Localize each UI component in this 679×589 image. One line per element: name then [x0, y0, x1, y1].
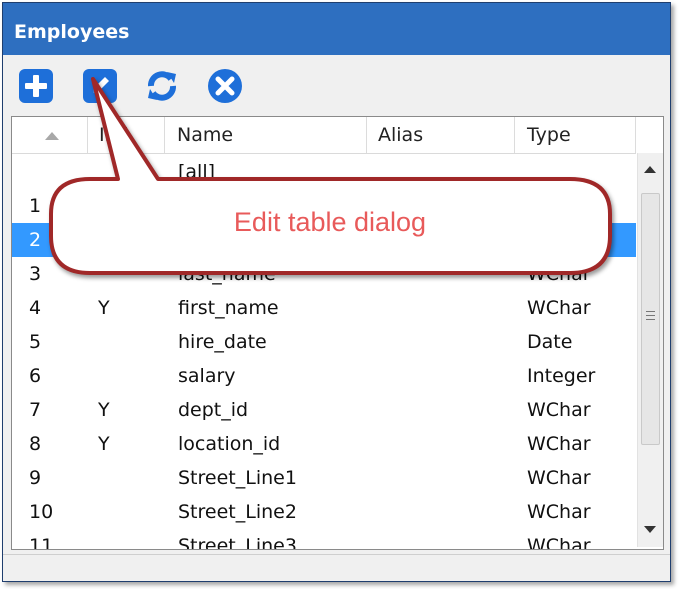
callout-text: Edit table dialog [233, 207, 427, 237]
callout-bubble [49, 77, 612, 275]
